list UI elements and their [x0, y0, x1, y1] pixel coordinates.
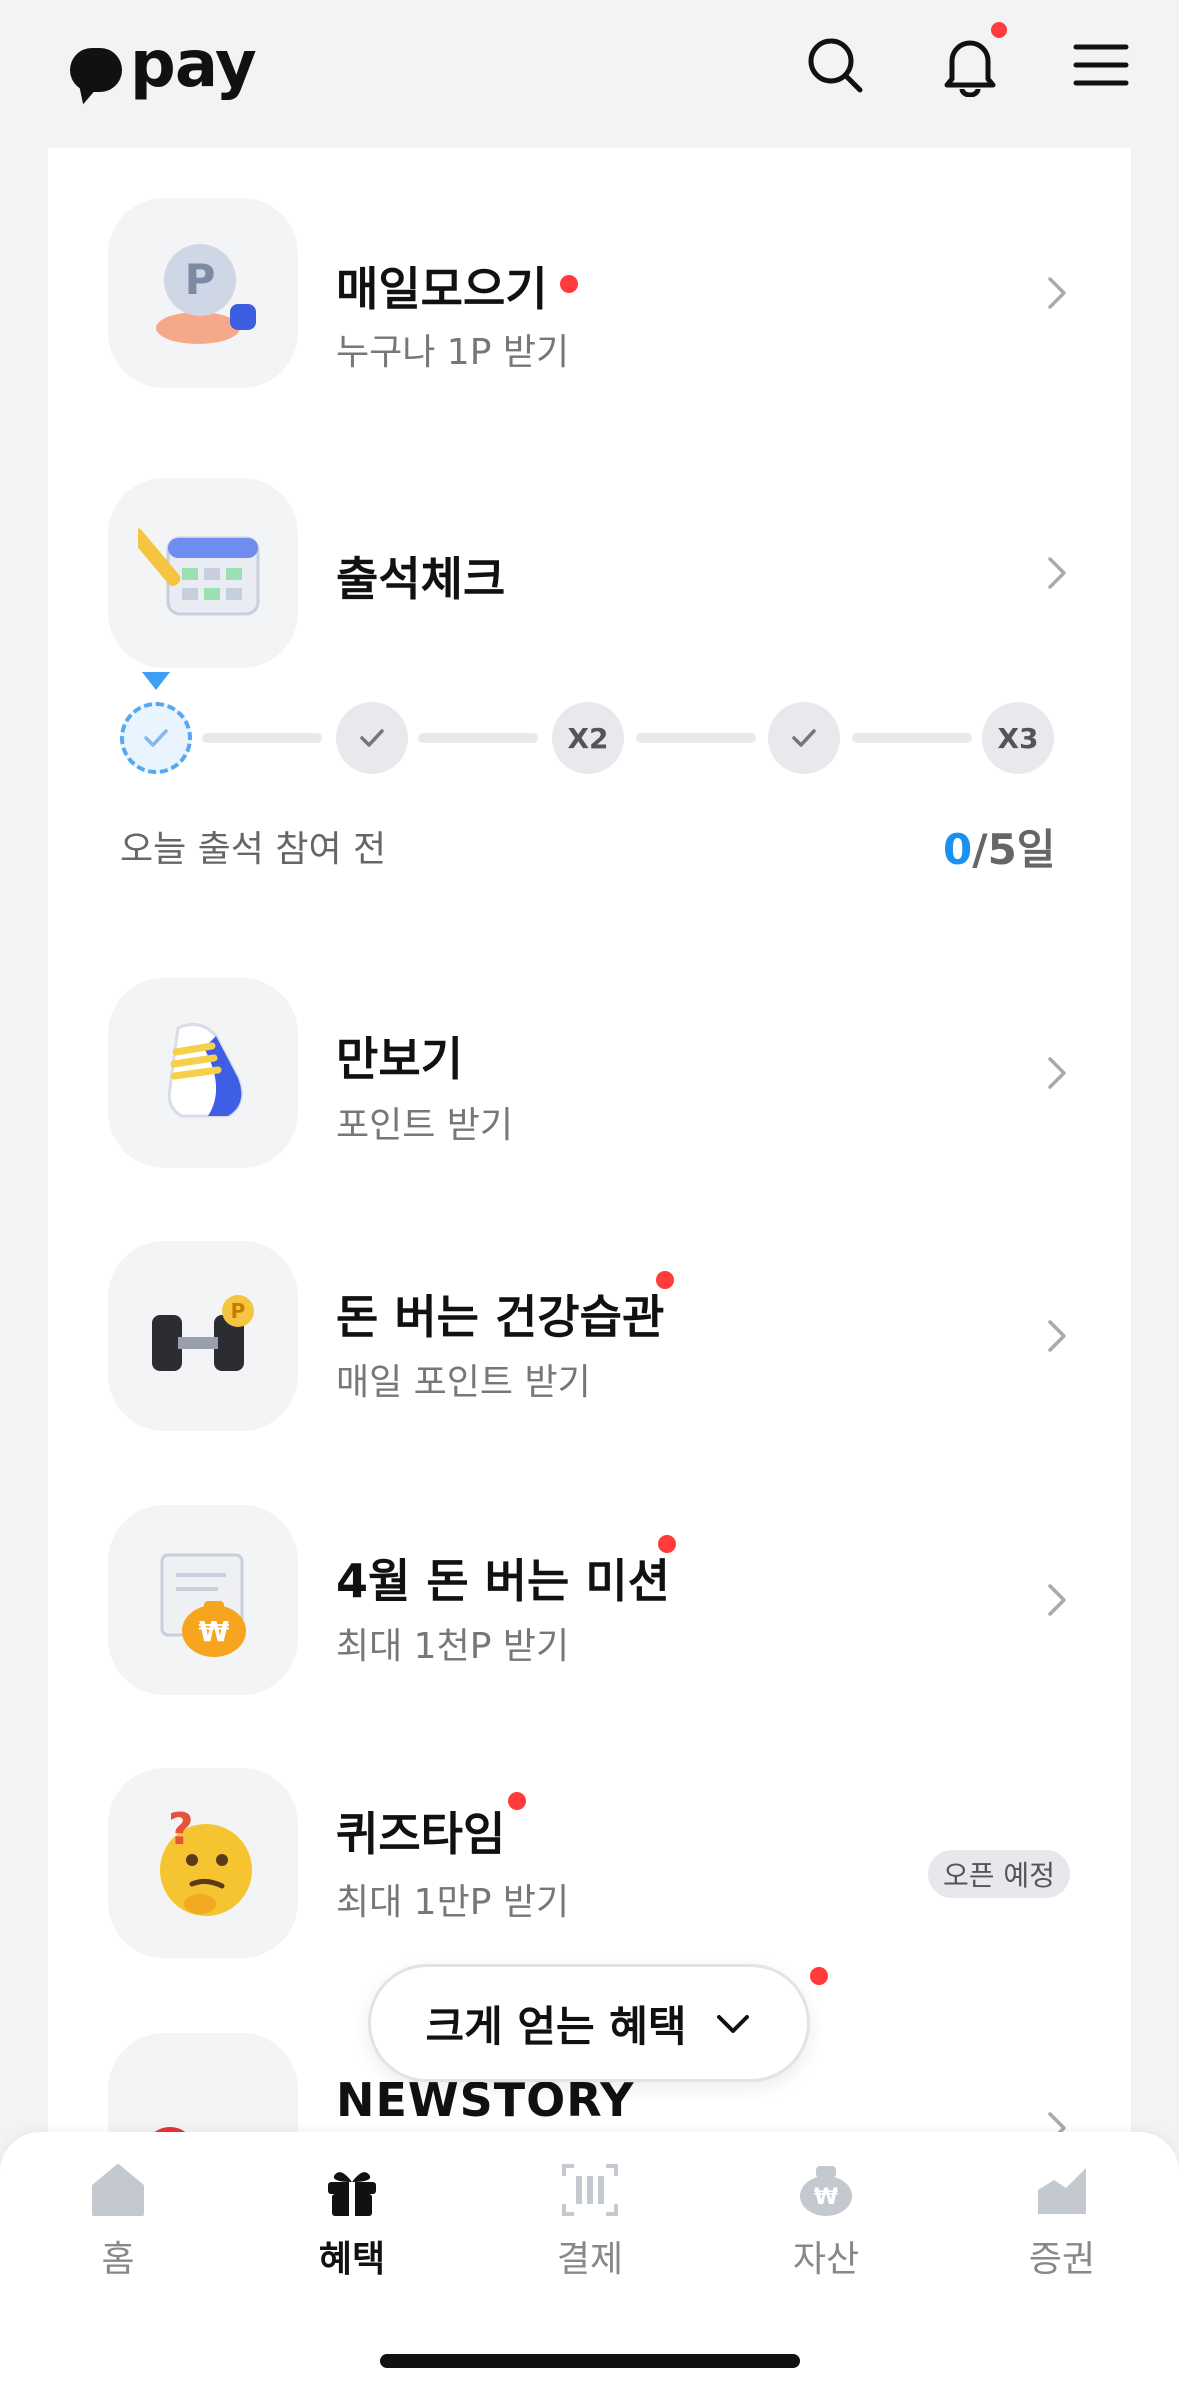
gift-icon	[328, 2172, 376, 2216]
item-subtitle: 최대 1천P 받기	[336, 1626, 570, 1667]
money-bag-icon: ₩	[108, 1505, 298, 1695]
list-item-pedometer[interactable]: 만보기 포인트 받기	[48, 978, 1131, 1178]
tab-label: 자산	[792, 2239, 860, 2280]
new-dot	[656, 1271, 674, 1289]
chart-icon	[1038, 2168, 1086, 2214]
chevron-right-icon	[1048, 1584, 1066, 1616]
benefits-card: P 매일모으기 누구나 1P 받기 출석체크 X2 X3 오늘 출석 참여 전	[48, 148, 1131, 2223]
dumbbell-icon: P	[108, 1241, 298, 1431]
home-indicator	[380, 2354, 800, 2368]
check-icon	[360, 729, 384, 747]
chevron-right-icon	[1048, 557, 1066, 589]
svg-text:?: ?	[168, 1804, 194, 1855]
list-item-daily-collect[interactable]: P 매일모으기 누구나 1P 받기	[48, 198, 1131, 398]
list-item-april-mission[interactable]: ₩ 4월 돈 버는 미션 최대 1천P 받기	[48, 1505, 1131, 1705]
tab-label: 혜택	[318, 2239, 386, 2280]
menu-icon[interactable]	[1066, 30, 1136, 100]
kakaopay-logo[interactable]: pay	[70, 28, 257, 102]
progress-segment	[636, 733, 756, 743]
sneaker-icon	[108, 978, 298, 1168]
item-title: 출석체크	[336, 552, 506, 606]
list-item-attendance[interactable]: 출석체크	[48, 478, 1131, 678]
item-title: 매일모으기	[336, 262, 548, 316]
attendance-status: 오늘 출석 참여 전	[120, 829, 387, 870]
item-title: 4월 돈 버는 미션	[336, 1554, 670, 1608]
item-title: 퀴즈타임	[336, 1807, 506, 1861]
chevron-right-icon	[1048, 1057, 1066, 1089]
app-header: pay	[0, 0, 1179, 148]
progress-segment	[418, 733, 538, 743]
check-icon	[144, 729, 168, 747]
notification-dot	[991, 22, 1007, 38]
chevron-right-icon	[1048, 277, 1066, 309]
item-title: 돈 버는 건강습관	[336, 1290, 665, 1344]
chevron-right-icon	[1048, 1320, 1066, 1352]
open-soon-badge: 오픈 예정	[928, 1850, 1070, 1898]
attendance-day-3: X2	[552, 702, 624, 774]
tab-securities[interactable]: 증권	[982, 2162, 1142, 2292]
svg-text:₩: ₩	[199, 1615, 230, 1648]
attendance-current: 0	[943, 825, 973, 874]
svg-text:P: P	[185, 255, 216, 304]
coin-hand-icon: P	[108, 198, 298, 388]
item-subtitle: 매일 포인트 받기	[336, 1362, 591, 1403]
chevron-down-icon	[716, 2015, 749, 2033]
current-day-marker	[142, 672, 170, 690]
big-benefits-button[interactable]: 크게 얻는 혜택	[368, 1964, 810, 2082]
item-subtitle: 포인트 받기	[336, 1105, 514, 1146]
attendance-day-4	[768, 702, 840, 774]
item-subtitle: 누구나 1P 받기	[336, 332, 570, 373]
bell-icon[interactable]	[935, 22, 1007, 100]
home-icon	[92, 2164, 144, 2216]
pill-label: 크게 얻는 혜택	[425, 2001, 687, 2051]
won-bag-icon: ₩	[800, 2166, 852, 2216]
progress-segment	[852, 733, 972, 743]
attendance-day-5: X3	[982, 702, 1054, 774]
attendance-day-1	[120, 672, 192, 774]
new-dot	[658, 1535, 676, 1553]
calendar-pencil-icon	[108, 478, 298, 668]
attendance-total: 5일	[987, 825, 1056, 874]
logo-text: pay	[130, 28, 257, 102]
search-icon[interactable]	[800, 30, 870, 100]
item-title: 만보기	[336, 1032, 463, 1086]
new-dot	[560, 275, 578, 293]
svg-text:P: P	[231, 1299, 246, 1323]
item-subtitle: 최대 1만P 받기	[336, 1882, 570, 1923]
progress-segment	[202, 733, 322, 743]
check-icon	[792, 729, 816, 747]
attendance-count: 0/5일	[943, 816, 1055, 877]
svg-text:₩: ₩	[814, 2185, 838, 2210]
tab-home[interactable]: 홈	[38, 2162, 198, 2292]
tab-label: 홈	[101, 2239, 135, 2280]
tab-label: 결제	[556, 2239, 624, 2280]
new-dot	[810, 1967, 828, 1985]
thinking-face-icon: ?	[108, 1768, 298, 1958]
tab-benefits[interactable]: 혜택	[272, 2162, 432, 2292]
attendance-separator: /	[972, 825, 988, 874]
tab-assets[interactable]: ₩ 자산	[746, 2162, 906, 2292]
new-dot	[508, 1792, 526, 1810]
speech-bubble-icon	[70, 48, 122, 92]
list-item-health-habit[interactable]: P 돈 버는 건강습관 매일 포인트 받기	[48, 1241, 1131, 1441]
attendance-day-2	[336, 702, 408, 774]
barcode-scan-icon	[562, 2164, 618, 2216]
tab-label: 증권	[1028, 2239, 1096, 2280]
attendance-progress: X2 X3	[120, 672, 1070, 788]
tab-payment[interactable]: 결제	[510, 2162, 670, 2292]
